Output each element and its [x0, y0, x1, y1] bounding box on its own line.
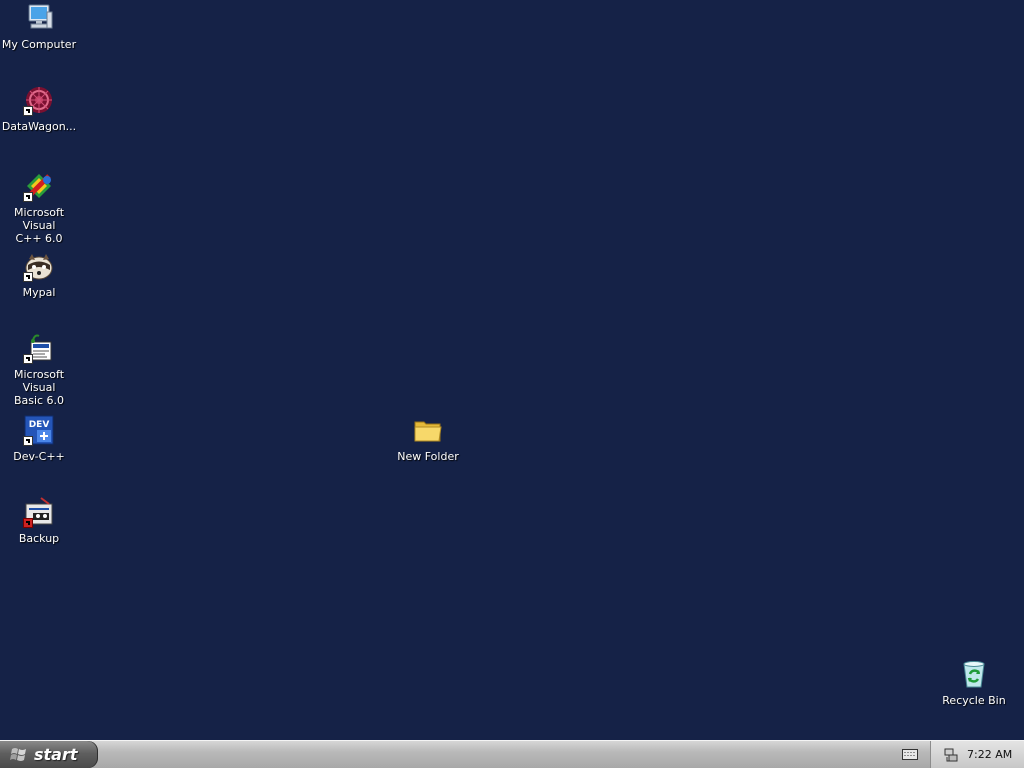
- dev-cpp-icon: DEV: [23, 414, 55, 446]
- shortcut-arrow-icon: [23, 354, 33, 364]
- start-label: start: [34, 745, 78, 764]
- visual-basic-icon: [23, 332, 55, 364]
- desktop-icon-label: New Folder: [397, 450, 459, 463]
- network-icon[interactable]: [943, 747, 959, 763]
- desktop-icon-backup[interactable]: Backup: [0, 496, 78, 545]
- visual-cpp-icon: [23, 170, 55, 202]
- backup-icon: [23, 496, 55, 528]
- keyboard-icon[interactable]: [902, 748, 918, 760]
- folder-icon: [412, 414, 444, 446]
- shortcut-arrow-icon: [23, 272, 33, 282]
- shortcut-arrow-icon: [23, 518, 33, 528]
- svg-text:DEV: DEV: [29, 420, 50, 430]
- desktop-icon-label: Recycle Bin: [942, 694, 1006, 707]
- desktop-icon-visual-basic[interactable]: Microsoft Visual Basic 6.0: [0, 332, 78, 407]
- desktop-icon-my-computer[interactable]: My Computer: [0, 2, 78, 51]
- desktop-icon-dev-cpp[interactable]: DEV Dev-C++: [0, 414, 78, 463]
- my-computer-icon: [23, 2, 55, 34]
- desktop-icon-label: DataWagon...: [1, 120, 77, 133]
- shortcut-arrow-icon: [23, 106, 33, 116]
- datawagon-icon: [23, 84, 55, 116]
- clock[interactable]: 7:22 AM: [967, 748, 1012, 761]
- shortcut-arrow-icon: [23, 436, 33, 446]
- desktop[interactable]: My Computer DataWagon... Microsoft Visua…: [0, 0, 1024, 740]
- recycle-bin-icon: [958, 658, 990, 690]
- desktop-icon-recycle-bin[interactable]: Recycle Bin: [935, 658, 1013, 707]
- desktop-icon-label: Mypal: [22, 286, 56, 299]
- windows-logo-icon: [10, 747, 26, 761]
- desktop-icon-datawagon[interactable]: DataWagon...: [0, 84, 78, 133]
- taskbar[interactable]: start 7:22 AM: [0, 740, 1024, 768]
- shortcut-arrow-icon: [23, 192, 33, 202]
- desktop-icon-label: Microsoft Visual C++ 6.0: [13, 206, 65, 245]
- desktop-icon-label: Dev-C++: [13, 450, 65, 463]
- desktop-icon-new-folder[interactable]: New Folder: [389, 414, 467, 463]
- system-tray: 7:22 AM: [930, 741, 1024, 768]
- desktop-icon-label: Backup: [18, 532, 60, 545]
- desktop-icon-label: Microsoft Visual Basic 6.0: [13, 368, 65, 407]
- desktop-icon-mypal[interactable]: Mypal: [0, 250, 78, 299]
- mypal-icon: [23, 250, 55, 282]
- desktop-icon-visual-cpp[interactable]: Microsoft Visual C++ 6.0: [0, 170, 78, 245]
- desktop-icon-label: My Computer: [1, 38, 77, 51]
- start-button[interactable]: start: [0, 741, 98, 768]
